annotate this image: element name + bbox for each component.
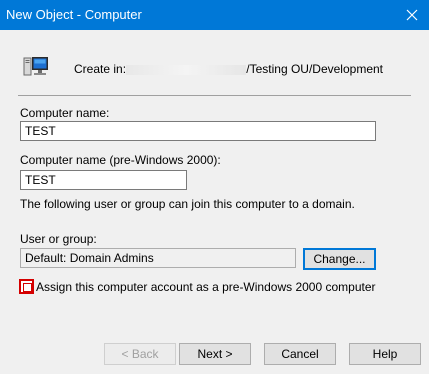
create-in-path-wrap: /Testing OU/Development <box>126 62 383 76</box>
checkbox-box-icon <box>23 283 32 292</box>
computer-name-label: Computer name: <box>20 106 110 120</box>
create-in-label: Create in: <box>74 62 127 76</box>
close-button[interactable] <box>395 0 429 30</box>
user-or-group-field: Default: Domain Admins <box>20 248 296 268</box>
help-button[interactable]: Help <box>349 343 421 365</box>
computer-name-pre2000-input[interactable]: TEST <box>20 170 187 190</box>
change-button[interactable]: Change... <box>303 248 376 270</box>
close-icon <box>406 9 418 21</box>
header-divider <box>18 95 411 96</box>
computer-name-pre2000-label: Computer name (pre-Windows 2000): <box>20 153 221 167</box>
pre2000-checkbox[interactable] <box>19 279 34 294</box>
computer-name-input[interactable]: TEST <box>20 121 376 141</box>
back-button[interactable]: < Back <box>104 343 176 365</box>
redacted-path-segment <box>126 64 247 75</box>
window-title: New Object - Computer <box>6 7 142 22</box>
create-in-row: Create in: /Testing OU/Development <box>0 48 429 88</box>
pre2000-checkbox-label[interactable]: Assign this computer account as a pre-Wi… <box>36 280 376 294</box>
join-domain-info: The following user or group can join thi… <box>20 197 355 211</box>
next-button[interactable]: Next > <box>179 343 251 365</box>
cancel-button[interactable]: Cancel <box>264 343 336 365</box>
title-bar: New Object - Computer <box>0 0 429 30</box>
computer-icon <box>23 57 48 76</box>
create-in-path: /Testing OU/Development <box>246 62 383 76</box>
user-or-group-label: User or group: <box>20 232 97 246</box>
